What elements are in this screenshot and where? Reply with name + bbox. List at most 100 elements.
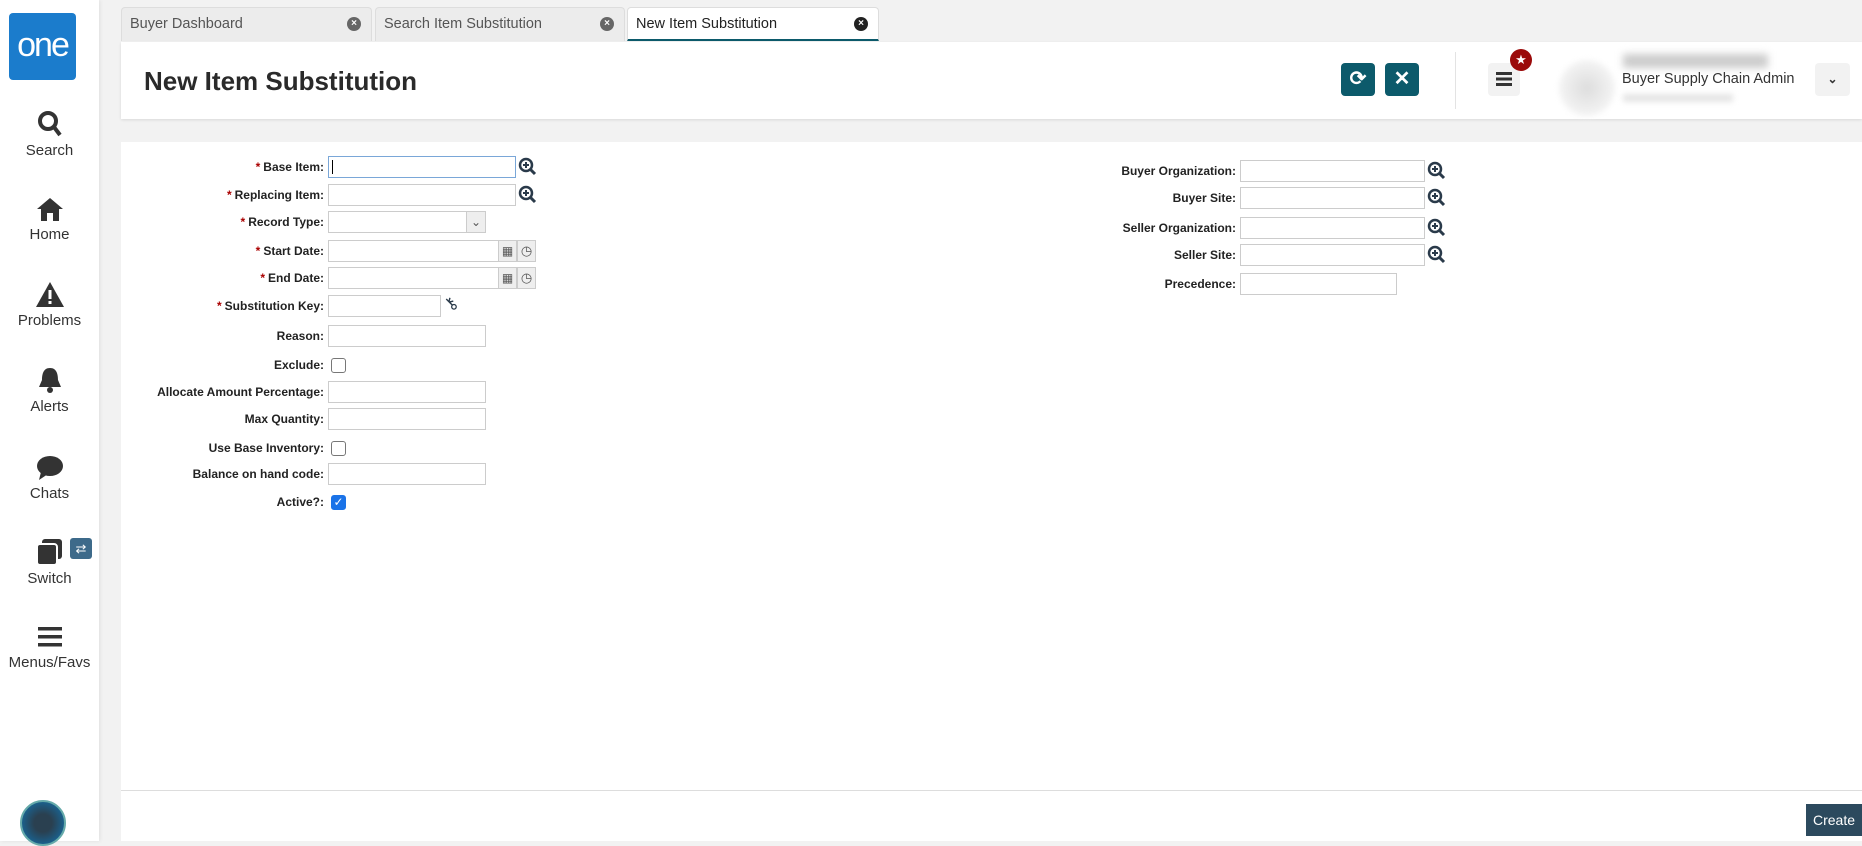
use-base-inventory-checkbox[interactable] [331,441,346,456]
seller-organization-label: Seller Organization: [1123,221,1236,235]
page-title: New Item Substitution [144,66,417,96]
required-marker: * [226,188,232,202]
clock-icon[interactable]: ◷ [517,267,536,289]
base-item-label: * Base Item: [256,160,324,174]
clock-icon[interactable]: ◷ [517,240,536,262]
label-text: Max Quantity: [244,412,324,426]
chat-icon [36,456,63,480]
active-label: Active?: [277,495,324,509]
create-button[interactable]: Create [1806,804,1862,836]
substitution-key-label: * Substitution Key: [217,299,324,313]
app-logo[interactable]: one [9,13,76,80]
record-type-input[interactable] [328,211,486,233]
key-icon[interactable]: ⚷ [440,293,463,316]
exclude-label: Exclude: [274,358,324,372]
reason-input[interactable] [328,325,486,347]
lookup-magnifier-icon[interactable] [1427,161,1446,185]
tab-buyer-dashboard[interactable]: Buyer Dashboard × [121,7,372,41]
required-marker: * [255,244,261,258]
allocate-amount-percentage-input[interactable] [328,381,486,403]
user-menu-dropdown[interactable]: ⌄ [1815,63,1850,96]
favorites-star-icon[interactable]: ★ [1510,49,1532,71]
search-icon [37,111,62,137]
tab-label: Search Item Substitution [384,16,542,32]
precedence-input[interactable] [1240,273,1397,295]
sidebar-item-problems[interactable]: Problems [0,281,99,329]
user-photo [1559,60,1615,116]
refresh-button[interactable]: ⟳ [1341,63,1375,96]
base-item-input[interactable] [328,156,516,178]
exclude-checkbox[interactable] [331,358,346,373]
active-checkbox[interactable]: ✓ [331,495,346,510]
footer-divider [121,790,1862,791]
sidebar-item-label: Switch [27,570,72,587]
lookup-magnifier-icon[interactable] [1427,188,1446,212]
tab-new-item-substitution[interactable]: New Item Substitution × [627,7,879,41]
precedence-label: Precedence: [1165,277,1236,291]
switch-badge-icon: ⇄ [70,538,92,559]
seller-organization-input[interactable] [1240,217,1425,239]
seller-site-label: Seller Site: [1174,248,1236,262]
label-text: Reason: [276,329,324,343]
label-text: Start Date: [263,244,324,258]
sidebar-item-alerts[interactable]: Alerts [0,366,99,415]
page-header: New Item Substitution ⟳ ✕ ★ Buyer Supply… [121,42,1862,119]
divider [1455,52,1456,109]
max-quantity-label: Max Quantity: [245,412,324,426]
sidebar-item-label: Alerts [30,398,69,415]
allocate-amount-percentage-label: Allocate Amount Percentage: [157,385,324,399]
close-tab-icon[interactable]: × [854,17,868,31]
required-marker: * [255,160,261,174]
max-quantity-input[interactable] [328,408,486,430]
label-text: Allocate Amount Percentage: [157,385,324,399]
menu-icon [37,627,62,647]
home-icon [36,198,63,221]
required-marker: * [240,215,246,229]
label-text: Replacing Item: [234,188,324,202]
label-text: Buyer Site: [1172,191,1236,205]
balance-on-hand-code-label: Balance on hand code: [193,467,324,481]
user-name-blurred [1623,54,1768,68]
label-text: Seller Site: [1173,248,1236,262]
lookup-magnifier-icon[interactable] [1427,218,1446,242]
calendar-icon[interactable]: ▦ [498,267,517,289]
tab-search-item-substitution[interactable]: Search Item Substitution × [375,7,625,41]
record-type-label: * Record Type: [241,215,324,229]
label-text: Record Type: [248,215,324,229]
hamburger-icon [1496,72,1512,86]
lookup-magnifier-icon[interactable] [518,185,537,209]
buyer-organization-input[interactable] [1240,160,1425,182]
switch-icon [35,539,62,566]
replacing-item-label: * Replacing Item: [227,188,324,202]
sidebar-item-chats[interactable]: Chats [0,455,99,502]
label-text: Seller Organization: [1122,221,1236,235]
user-org-blurred [1623,94,1733,102]
replacing-item-input[interactable] [328,184,516,206]
form-panel: * Base Item: * Replacing Item: * Record Type:… [121,142,1862,841]
label-text: Use Base Inventory: [208,441,324,455]
seller-site-input[interactable] [1240,244,1425,266]
sidebar-item-search[interactable]: Search [0,110,99,159]
sidebar-item-home[interactable]: Home [0,196,99,243]
user-avatar-icon[interactable] [20,800,66,846]
bell-icon [38,368,61,393]
label-text: Substitution Key: [224,299,324,313]
label-text: Base Item: [263,160,324,174]
close-button[interactable]: ✕ [1385,63,1419,96]
balance-on-hand-code-input[interactable] [328,463,486,485]
chevron-down-icon: ⌄ [1827,72,1838,86]
lookup-magnifier-icon[interactable] [1427,245,1446,269]
user-role: Buyer Supply Chain Admin [1622,71,1795,87]
lookup-magnifier-icon[interactable] [518,157,537,181]
tab-label: New Item Substitution [636,16,778,32]
close-tab-icon[interactable]: × [600,17,614,31]
label-text: Balance on hand code: [192,467,324,481]
substitution-key-input[interactable] [328,295,441,317]
label-text: Active?: [276,495,324,509]
reason-label: Reason: [277,329,324,343]
sidebar-item-menus-favs[interactable]: Menus/Favs [0,624,99,671]
close-tab-icon[interactable]: × [347,17,361,31]
calendar-icon[interactable]: ▦ [498,240,517,262]
buyer-site-input[interactable] [1240,187,1425,209]
chevron-down-icon[interactable]: ⌄ [466,211,486,233]
